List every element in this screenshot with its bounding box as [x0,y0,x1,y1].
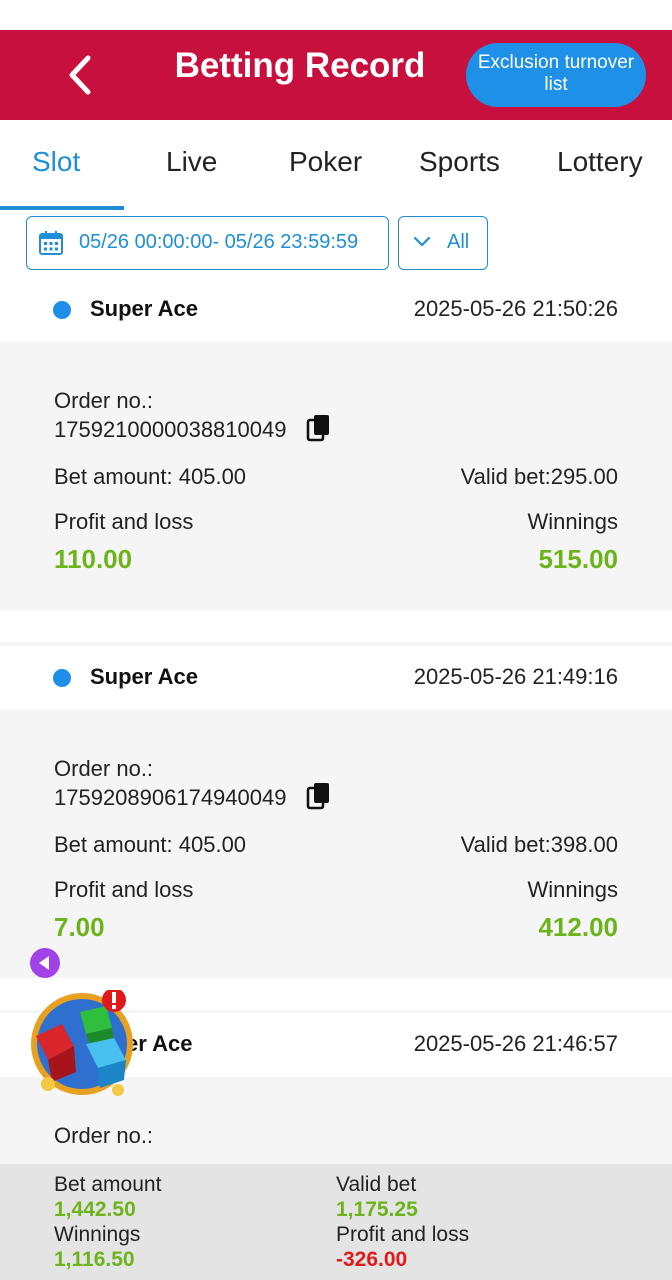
winnings-value: 412.00 [538,912,618,942]
record-time: 2025-05-26 21:50:26 [413,296,618,321]
valid-bet: Valid bet:295.00 [461,464,618,490]
collapse-float-button[interactable] [30,948,60,978]
app-header: Betting Record Exclusion turnover list [0,30,672,120]
record-details: Order no.: 1759208906174940049 Bet amoun… [0,710,672,978]
date-range-text: 05/26 00:00:00- 05/26 23:59:59 [79,231,359,253]
valid-bet-value: 398.00 [550,832,618,857]
filter-bar: 05/26 00:00:00- 05/26 23:59:59 All [0,210,672,278]
summary-panel: Bet amount 1,442.50 Winnings 1,116.50 Va… [0,1164,672,1280]
profit-and-loss-value: 7.00 [54,912,105,942]
status-dot [53,669,71,687]
order-no-label: Order no.: [54,388,154,413]
bet-amount-label: Bet amount: [54,832,179,857]
bet-amount-value: 405.00 [178,464,247,489]
summary-winnings-value: 1,116.50 [54,1248,135,1271]
winnings-value: 515.00 [538,544,618,574]
bet-amount-value: 405.00 [178,832,247,857]
tab-poker[interactable]: Poker [289,146,362,178]
record-time: 2025-05-26 21:49:16 [413,664,618,689]
summary-bet-amount-value: 1,442.50 [54,1198,136,1221]
record-details: Order no.: 1759210000038810049 Bet amoun… [0,342,672,610]
valid-bet-label: Valid bet: [460,832,551,857]
record-time: 2025-05-26 21:46:57 [413,1031,618,1056]
date-range-picker[interactable]: 05/26 00:00:00- 05/26 23:59:59 [26,216,389,270]
chevron-left-icon [69,55,91,95]
calendar-icon [39,231,63,255]
dice-game-icon [31,988,133,1096]
record-header: Super Ace 2025-05-26 21:50:26 [0,278,672,342]
summary-bet-amount-label: Bet amount [54,1173,162,1196]
record-divider [0,610,672,642]
bet-amount-label: Bet amount: [54,464,179,489]
status-bar [0,0,672,30]
category-tabs: Slot Live Poker Sports Lottery [0,120,672,210]
game-name: Super Ace [90,664,199,689]
status-dot [53,301,71,319]
winnings-label: Winnings [527,509,618,534]
tab-live[interactable]: Live [166,146,217,178]
profit-and-loss-value: 110.00 [54,544,133,574]
back-button[interactable] [56,50,106,100]
tab-sports[interactable]: Sports [419,146,500,178]
summary-valid-bet-value: 1,175.25 [336,1198,418,1221]
order-no-value: 1759210000038810049 [54,417,287,442]
valid-bet: Valid bet:398.00 [461,832,618,858]
winnings-label: Winnings [527,877,618,902]
valid-bet-label: Valid bet: [460,464,551,489]
order-no-label: Order no.: [54,756,154,781]
chevron-down-icon [413,236,431,247]
summary-profit-and-loss-value: -326.00 [336,1248,408,1271]
order-no-label: Order no.: [54,1123,154,1148]
floating-game-icon[interactable] [28,988,136,1098]
record-header: Super Ace 2025-05-26 21:49:16 [0,646,672,710]
summary-profit-and-loss-label: Profit and loss [336,1223,470,1246]
tab-slot[interactable]: Slot [32,146,80,178]
game-name: Super Ace [90,296,199,321]
profit-and-loss-label: Profit and loss [54,877,194,902]
tab-lottery[interactable]: Lottery [557,146,643,178]
bet-amount: Bet amount: 405.00 [54,464,246,490]
exclusion-turnover-list-button[interactable]: Exclusion turnover list [466,43,646,107]
order-no-value: 1759208906174940049 [54,785,287,810]
triangle-left-icon [39,956,49,970]
summary-winnings-label: Winnings [54,1223,141,1246]
bet-amount: Bet amount: 405.00 [54,832,246,858]
valid-bet-value: 295.00 [550,464,618,489]
type-filter-dropdown[interactable]: All [398,216,488,270]
page-title: Betting Record [174,46,426,85]
copy-icon[interactable] [306,414,332,442]
summary-valid-bet-label: Valid bet [336,1173,417,1196]
type-filter-value: All [447,231,470,253]
copy-icon[interactable] [306,782,332,810]
profit-and-loss-label: Profit and loss [54,509,194,534]
